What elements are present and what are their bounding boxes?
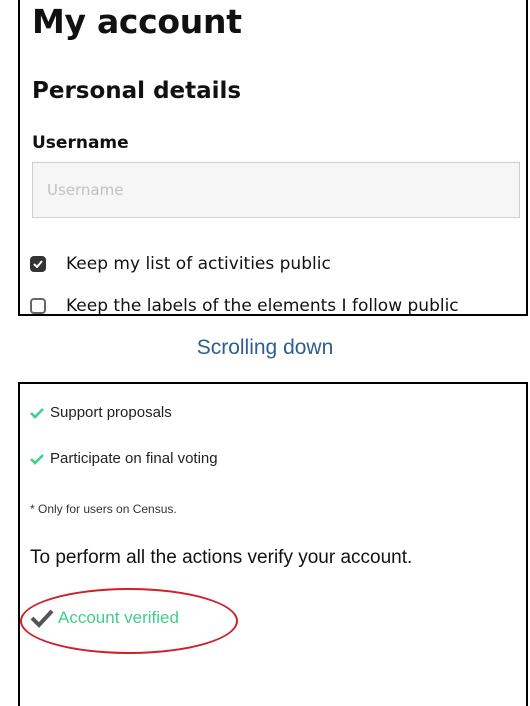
verified-label: Account verified bbox=[58, 608, 179, 627]
checkmark-icon bbox=[30, 609, 54, 628]
permission-item: Support proposals bbox=[30, 404, 172, 421]
public-labels-option[interactable]: Keep the labels of the elements I follow… bbox=[30, 296, 459, 316]
public-activities-option[interactable]: Keep my list of activities public bbox=[30, 254, 331, 274]
permission-label: Support proposals bbox=[50, 404, 172, 421]
public-labels-checkbox[interactable] bbox=[30, 298, 46, 314]
public-activities-label: Keep my list of activities public bbox=[66, 254, 331, 274]
username-label: Username bbox=[32, 133, 129, 153]
verification-panel: Support proposals Participate on final v… bbox=[18, 382, 528, 706]
public-labels-label: Keep the labels of the elements I follow… bbox=[66, 296, 459, 316]
checkmark-icon bbox=[33, 260, 43, 268]
check-icon bbox=[30, 453, 44, 465]
section-title: Personal details bbox=[32, 78, 242, 104]
page-title: My account bbox=[32, 2, 242, 41]
census-note: * Only for users on Census. bbox=[30, 502, 177, 516]
scroll-caption: Scrolling down bbox=[196, 336, 334, 359]
public-activities-checkbox[interactable] bbox=[30, 256, 46, 272]
check-icon bbox=[30, 407, 44, 419]
permission-item: Participate on final voting bbox=[30, 450, 218, 467]
username-input[interactable] bbox=[32, 162, 520, 218]
account-panel: My account Personal details Username Kee… bbox=[18, 0, 528, 316]
permission-label: Participate on final voting bbox=[50, 450, 218, 467]
verify-instruction: To perform all the actions verify your a… bbox=[30, 547, 413, 568]
account-verified-status: Account verified bbox=[30, 608, 179, 628]
